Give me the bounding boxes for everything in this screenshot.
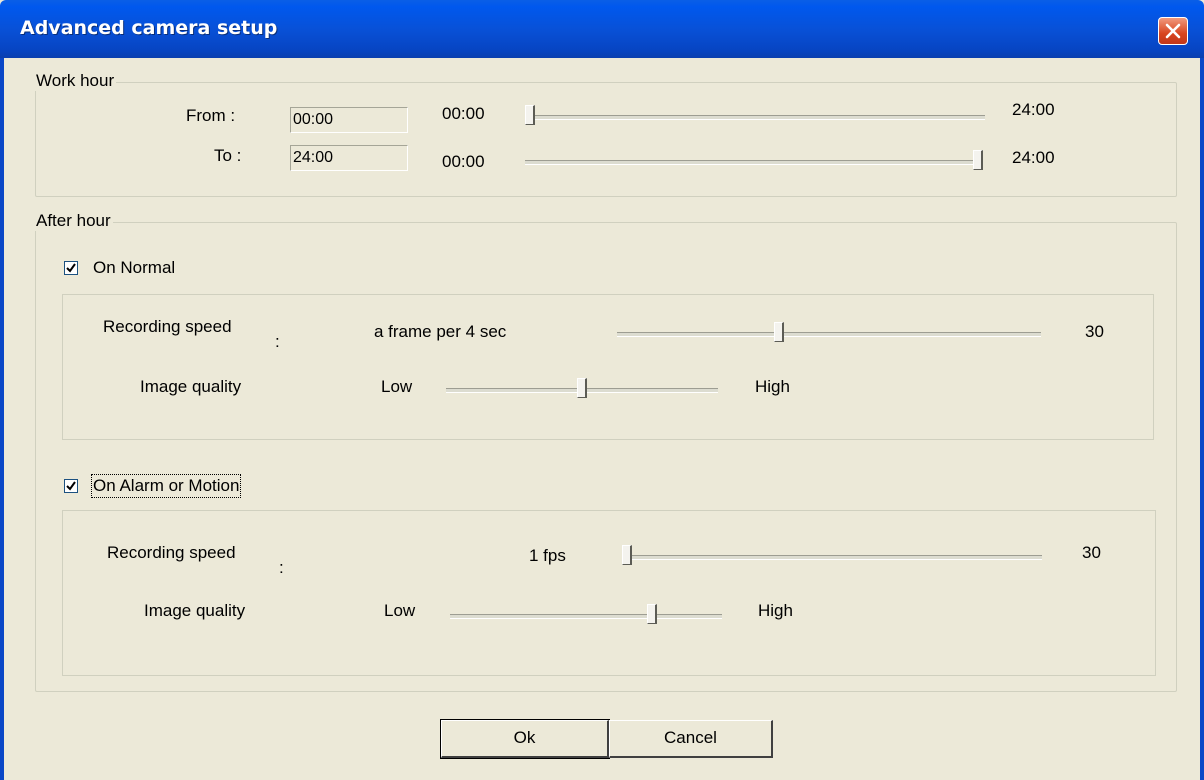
- normal-recording-speed-thumb[interactable]: [774, 322, 785, 342]
- title-bar[interactable]: Advanced camera setup: [0, 0, 1204, 58]
- window-frame-left: [0, 58, 4, 780]
- after-hour-group-label: After hour: [34, 211, 113, 231]
- normal-recording-speed-max: 30: [1085, 322, 1104, 341]
- window-frame-right: [1200, 58, 1204, 780]
- alarm-image-quality-slider[interactable]: [450, 604, 722, 628]
- normal-recording-speed-colon: :: [275, 332, 280, 351]
- normal-image-quality-low: Low: [381, 377, 413, 396]
- on-alarm-checkbox[interactable]: [64, 479, 78, 493]
- alarm-recording-speed-value: 1 fps: [529, 546, 566, 565]
- normal-recording-speed-value: a frame per 4 sec: [374, 322, 507, 341]
- to-time-field[interactable]: 24:00: [290, 145, 408, 171]
- alarm-recording-speed-colon: :: [279, 558, 284, 577]
- window-title: Advanced camera setup: [20, 17, 278, 39]
- normal-image-quality-label: Image quality: [140, 377, 242, 396]
- normal-image-quality-slider[interactable]: [446, 378, 718, 402]
- from-time-slider[interactable]: [525, 105, 985, 129]
- to-slider-thumb[interactable]: [973, 150, 983, 170]
- dialog-window: Advanced camera setup Work hour From : 0…: [0, 0, 1204, 780]
- on-alarm-label[interactable]: On Alarm or Motion: [90, 474, 242, 498]
- alarm-recording-speed-thumb[interactable]: [622, 545, 632, 565]
- from-time-field[interactable]: 00:00: [290, 107, 408, 133]
- from-slider-min-label: 00:00: [442, 104, 485, 123]
- on-normal-settings-box: [62, 294, 1154, 440]
- normal-image-quality-high: High: [755, 377, 790, 396]
- normal-recording-speed-slider[interactable]: [617, 322, 1041, 346]
- to-time-slider[interactable]: [525, 150, 983, 174]
- alarm-image-quality-label: Image quality: [144, 601, 246, 620]
- close-button[interactable]: [1158, 17, 1188, 45]
- work-hour-group: Work hour: [34, 71, 1177, 197]
- work-hour-group-label: Work hour: [34, 71, 117, 91]
- to-label: To :: [214, 146, 242, 165]
- on-normal-label[interactable]: On Normal: [93, 258, 175, 278]
- from-label: From :: [186, 106, 236, 125]
- cancel-button[interactable]: Cancel: [609, 720, 773, 758]
- on-alarm-settings-box: [62, 510, 1156, 676]
- to-slider-max-label: 24:00: [1012, 148, 1055, 167]
- alarm-image-quality-thumb[interactable]: [646, 604, 657, 624]
- close-icon: [1165, 23, 1181, 39]
- alarm-recording-speed-max: 30: [1082, 543, 1101, 562]
- ok-button[interactable]: Ok: [440, 719, 610, 759]
- normal-image-quality-thumb[interactable]: [577, 378, 587, 398]
- on-normal-checkbox[interactable]: [64, 261, 78, 275]
- from-slider-max-label: 24:00: [1012, 100, 1055, 119]
- alarm-recording-speed-label: Recording speed: [107, 543, 236, 562]
- alarm-image-quality-high: High: [758, 601, 793, 620]
- to-slider-min-label: 00:00: [442, 152, 485, 171]
- alarm-image-quality-low: Low: [384, 601, 416, 620]
- normal-recording-speed-label: Recording speed: [103, 317, 232, 336]
- checkmark-icon: [66, 481, 76, 491]
- alarm-recording-speed-slider[interactable]: [622, 545, 1042, 569]
- from-slider-thumb[interactable]: [525, 105, 535, 125]
- checkmark-icon: [66, 263, 76, 273]
